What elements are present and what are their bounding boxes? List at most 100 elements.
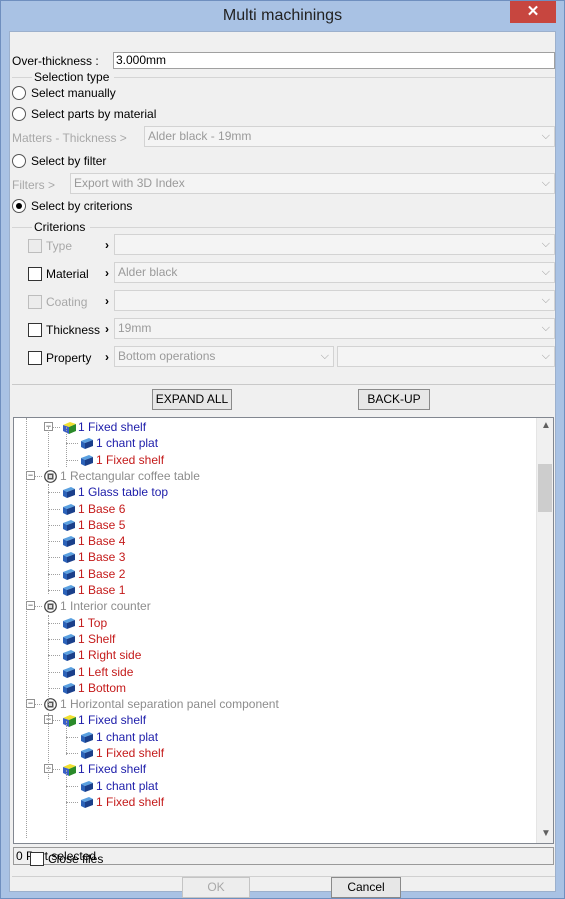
scroll-down-icon[interactable]: ▼	[541, 828, 551, 839]
tree-row[interactable]: − 1 Rectangular coffee table	[14, 468, 534, 484]
tree-row[interactable]: 1 chant plat	[14, 729, 534, 745]
tree-item-label: 1 chant plat	[96, 436, 159, 451]
chevron-right-icon: ›	[105, 238, 109, 252]
coating-select[interactable]: ⌵	[114, 290, 555, 311]
tree-row[interactable]: 1 Fixed shelf	[14, 745, 534, 761]
chevron-down-icon: ⌵	[541, 294, 550, 306]
chevron-right-icon: ›	[105, 350, 109, 364]
tree-row[interactable]: 1 Right side	[14, 647, 534, 663]
part-icon	[80, 796, 94, 812]
overthickness-input[interactable]: 3.000mm	[113, 52, 555, 69]
tree-row[interactable]: 1 Shelf	[14, 631, 534, 647]
tree-item-label: 1 chant plat	[96, 778, 159, 793]
tree-item-label: 1 Shelf	[78, 631, 116, 646]
matters-thickness-select[interactable]: Alder black - 19mm ⌵	[144, 126, 555, 147]
tree-row[interactable]: − 1 Horizontal separation panel component	[14, 696, 534, 712]
title-bar[interactable]: Multi machinings ✕	[1, 1, 564, 31]
filters-select[interactable]: Export with 3D Index ⌵	[70, 173, 555, 194]
material-checkbox[interactable]	[28, 267, 42, 281]
criterions-label: Criterions	[34, 220, 86, 234]
tree-row[interactable]: −1 Fixed shelf	[14, 419, 534, 435]
material-value: Alder black	[118, 265, 178, 279]
select-manually-label[interactable]: Select manually	[31, 86, 116, 100]
type-checkbox[interactable]	[28, 239, 42, 253]
select-by-filter-label[interactable]: Select by filter	[31, 154, 106, 168]
dialog-body: Over-thickness : 3.000mm Selection type …	[9, 31, 556, 892]
chevron-down-icon: ⌵	[541, 177, 550, 189]
window-title: Multi machinings	[222, 7, 343, 24]
chevron-down-icon: ⌵	[541, 322, 550, 334]
close-icon: ✕	[526, 3, 540, 20]
matters-thickness-value: Alder black - 19mm	[148, 129, 252, 143]
tree-item-label: 1 Base 1	[78, 583, 126, 597]
tree-row[interactable]: 1 Base 3	[14, 549, 534, 565]
close-files-label: Close files	[48, 852, 104, 866]
scroll-up-icon[interactable]: ▲	[541, 420, 551, 431]
property-value: Bottom operations	[118, 349, 216, 363]
collapse-icon[interactable]: −	[26, 470, 35, 480]
ok-button[interactable]: OK	[182, 877, 250, 898]
material-select[interactable]: Alder black ⌵	[114, 262, 555, 283]
tree-item-label: 1 Fixed shelf	[78, 762, 147, 777]
material-label: Material	[46, 267, 89, 281]
filters-value: Export with 3D Index	[74, 176, 185, 190]
close-files-checkbox[interactable]	[30, 852, 44, 866]
collapse-icon[interactable]: −	[26, 699, 35, 709]
chevron-right-icon: ›	[105, 266, 109, 280]
tree-item-label: 1 Fixed shelf	[96, 794, 165, 809]
tree-row[interactable]: 1 Fixed shelf	[14, 452, 534, 468]
tree-item-label: 1 Fixed shelf	[96, 746, 165, 760]
tree-item-label: 1 Glass table top	[78, 485, 169, 500]
property-select[interactable]: Bottom operations ⌵	[114, 346, 334, 367]
chevron-down-icon: ⌵	[320, 350, 329, 362]
collapse-icon[interactable]: −	[26, 601, 35, 611]
close-button[interactable]: ✕	[510, 1, 556, 23]
tree-item-label: 1 Rectangular coffee table	[60, 468, 200, 483]
tree-scrollbar[interactable]: ▲ ▼	[536, 418, 553, 843]
property-checkbox[interactable]	[28, 351, 42, 365]
chevron-down-icon: ⌵	[541, 238, 550, 250]
tree-row[interactable]: 1 Glass table top	[14, 484, 534, 500]
cancel-button[interactable]: Cancel	[331, 877, 401, 898]
back-up-button[interactable]: BACK-UP	[358, 389, 430, 410]
radio-select-by-criterions[interactable]	[12, 199, 26, 213]
filters-label: Filters >	[12, 178, 56, 192]
chevron-down-icon: ⌵	[541, 350, 550, 362]
tree-row[interactable]: −1 Fixed shelf	[14, 761, 534, 777]
scroll-thumb[interactable]	[538, 464, 552, 512]
radio-select-manually[interactable]	[12, 86, 26, 100]
select-by-criterions-label[interactable]: Select by criterions	[31, 199, 132, 213]
tree-row[interactable]: − 1 Interior counter	[14, 598, 534, 614]
tree-row[interactable]: 1 Base 2	[14, 566, 534, 582]
thickness-select[interactable]: 19mm ⌵	[114, 318, 555, 339]
tree-item-label: 1 Base 2	[78, 566, 126, 581]
tree-row[interactable]: 1 Bottom	[14, 680, 534, 696]
tree-row[interactable]: 1 chant plat	[14, 435, 534, 451]
tree-row[interactable]: 1 Fixed shelf	[14, 794, 534, 810]
tree-row[interactable]: 1 Base 4	[14, 533, 534, 549]
tree-row[interactable]: 1 Top	[14, 615, 534, 631]
tree-row[interactable]: 1 Base 6	[14, 501, 534, 517]
chevron-down-icon: ⌵	[541, 130, 550, 142]
thickness-label: Thickness	[46, 323, 101, 337]
tree-row[interactable]: 1 Left side	[14, 664, 534, 680]
selection-type-label: Selection type	[34, 70, 110, 84]
coating-checkbox[interactable]	[28, 295, 42, 309]
select-by-material-label[interactable]: Select parts by material	[31, 107, 156, 121]
tree-row[interactable]: 1 Base 1	[14, 582, 534, 598]
tree-row[interactable]: 1 chant plat	[14, 778, 534, 794]
tree-row[interactable]: −1 Fixed shelf	[14, 712, 534, 728]
matters-thickness-label: Matters - Thickness >	[12, 131, 127, 145]
tree-item-label: 1 Horizontal separation panel component	[60, 697, 279, 712]
radio-select-by-filter[interactable]	[12, 154, 26, 168]
type-select[interactable]: ⌵	[114, 234, 555, 255]
radio-select-by-material[interactable]	[12, 107, 26, 121]
property-sub-select[interactable]: ⌵	[337, 346, 555, 367]
thickness-checkbox[interactable]	[28, 323, 42, 337]
tree-item-label: 1 Base 4	[78, 534, 126, 549]
expand-all-button[interactable]: EXPAND ALL	[152, 389, 232, 410]
type-label: Type	[46, 239, 73, 253]
tree-item-label: 1 Interior counter	[60, 599, 151, 614]
tree-row[interactable]: 1 Base 5	[14, 517, 534, 533]
parts-tree[interactable]: −1 Fixed shelf 1 chant plat 1 Fixed shelf −…	[13, 417, 554, 844]
